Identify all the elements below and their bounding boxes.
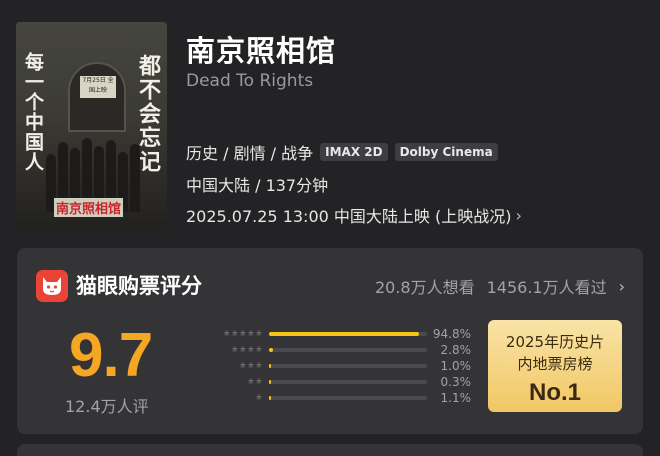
distribution-bar <box>269 332 427 336</box>
region-runtime: 中国大陆 / 137分钟 <box>186 176 329 195</box>
distribution-percent: 1.0% <box>440 359 472 373</box>
star-icons: ★★★ <box>238 361 263 371</box>
star-icons: ★★★★ <box>230 345 263 355</box>
distribution-percent: 0.3% <box>440 375 472 389</box>
rating-score: 9.7 <box>69 321 153 390</box>
rating-card-title: 猫眼购票评分 <box>76 274 202 298</box>
movie-english-title: Dead To Rights <box>186 71 314 91</box>
distribution-row: ★ 1.1% <box>201 390 471 406</box>
distribution-bar <box>269 380 427 384</box>
release-text: 2025.07.25 13:00 中国大陆上映 (上映战况) <box>186 207 512 226</box>
bar-fill <box>269 332 419 336</box>
format-tag-imax: IMAX 2D <box>320 143 388 161</box>
star-icons: ★ <box>254 393 263 403</box>
poster-title: 南京照相馆 <box>54 198 124 217</box>
distribution-bar <box>269 348 427 352</box>
rank-badge-line1: 2025年历史片 <box>505 333 605 351</box>
box-office-rank-badge[interactable]: 2025年历史片 内地票房榜 No.1 <box>488 320 622 412</box>
distribution-row: ★★★★★ 94.8% <box>201 326 471 342</box>
rating-count: 12.4万人评 <box>65 397 149 416</box>
have-seen-count: 1456.1万人看过 <box>486 278 607 297</box>
rank-badge-rank: No.1 <box>528 379 581 406</box>
star-icons: ★★★★★ <box>222 329 263 339</box>
movie-title: 南京照相馆 <box>186 34 337 68</box>
distribution-bar <box>269 364 427 368</box>
distribution-bar <box>269 396 427 400</box>
chevron-right-icon: › <box>618 276 625 296</box>
genre-text: 历史 / 剧情 / 战争 <box>186 144 314 163</box>
bar-fill <box>269 364 271 368</box>
rank-badge-line2: 内地票房榜 <box>517 355 593 373</box>
poster-sign: 7月25日 全国上映 <box>80 76 116 98</box>
distribution-row: ★★★ 1.0% <box>201 358 471 374</box>
maoyan-cat-logo-icon <box>36 270 68 302</box>
rating-distribution: ★★★★★ 94.8% ★★★★ 2.8% ★★★ 1.0% ★★ 0.3% ★… <box>201 326 471 406</box>
distribution-percent: 2.8% <box>440 343 472 357</box>
poster-left-text: 每一个中国人 <box>22 52 44 172</box>
release-info-link[interactable]: 2025.07.25 13:00 中国大陆上映 (上映战况) › <box>186 203 522 227</box>
want-to-see-count: 20.8万人想看 <box>374 278 475 297</box>
audience-stats-link[interactable]: 20.8万人想看 1456.1万人看过 › <box>375 274 625 298</box>
bar-fill <box>269 348 274 352</box>
format-tag-dolby: Dolby Cinema <box>394 143 498 161</box>
star-icons: ★★ <box>246 377 263 387</box>
next-card <box>17 444 643 456</box>
bar-fill <box>269 396 271 400</box>
distribution-row: ★★ 0.3% <box>201 374 471 390</box>
genre-row: 历史 / 剧情 / 战争 IMAX 2D Dolby Cinema <box>186 140 498 164</box>
distribution-percent: 1.1% <box>440 391 472 405</box>
chevron-right-icon: › <box>515 205 522 225</box>
distribution-percent: 94.8% <box>432 327 471 341</box>
bar-fill <box>269 380 271 384</box>
rating-card[interactable]: 猫眼购票评分 20.8万人想看 1456.1万人看过 › 9.7 12.4万人评… <box>17 248 643 434</box>
movie-poster[interactable]: 7月25日 全国上映 每一个中国人 都不会忘记 南京照相馆 <box>16 22 167 230</box>
distribution-row: ★★★★ 2.8% <box>201 342 471 358</box>
